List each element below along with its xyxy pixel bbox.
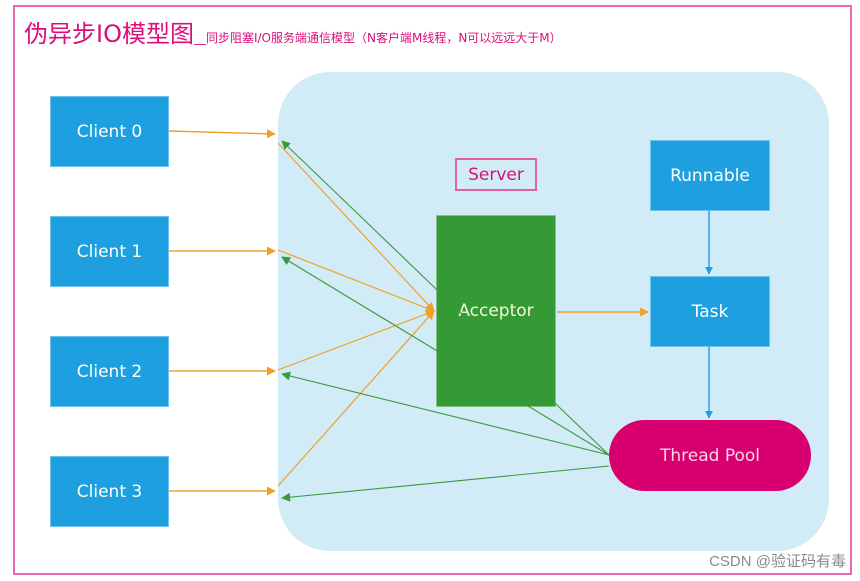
watermark: CSDN @验证码有毒	[709, 553, 846, 570]
request-3-to-acceptor	[277, 310, 435, 487]
response-to-client-2	[281, 371, 610, 456]
request-0-to-acceptor	[277, 142, 435, 312]
response-to-client-1	[281, 256, 610, 456]
connector-layer	[168, 129, 713, 502]
client-0-request-arrow	[168, 129, 276, 139]
response-to-client-3	[281, 465, 610, 502]
response-to-client-0	[281, 140, 610, 456]
request-2-to-acceptor	[277, 309, 435, 371]
